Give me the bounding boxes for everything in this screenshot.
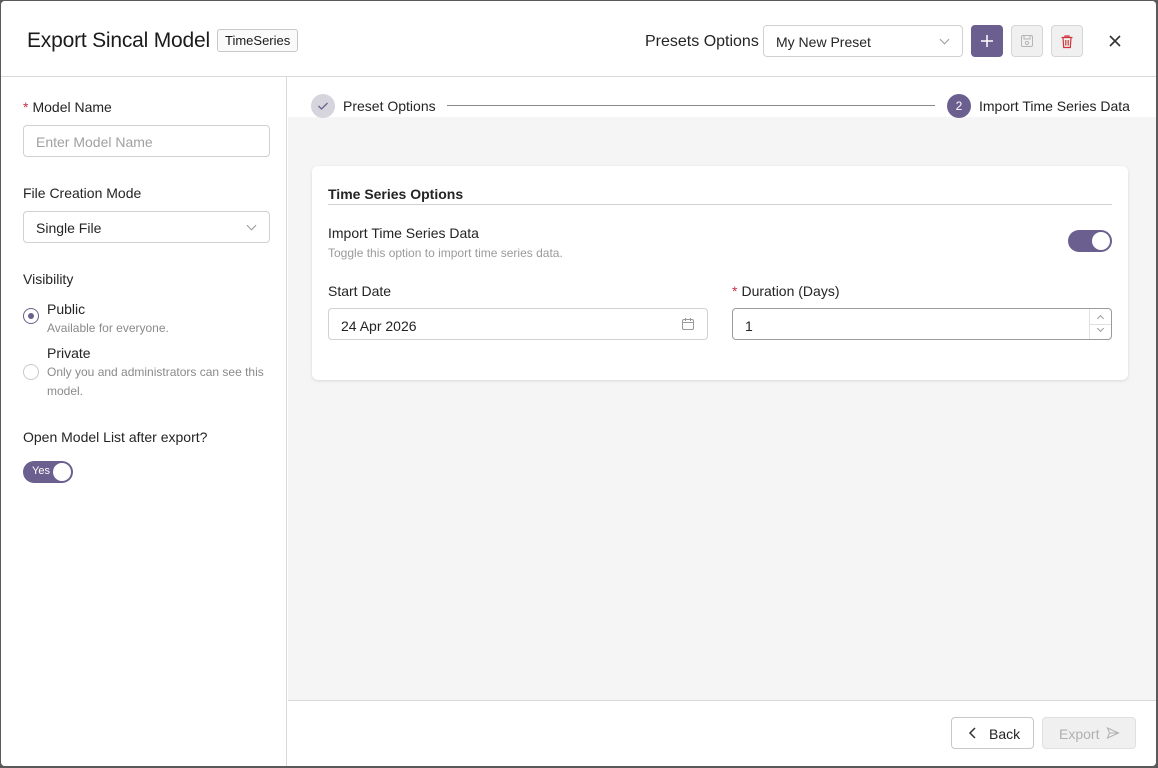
chevron-down-icon [939, 34, 950, 45]
save-icon [1021, 35, 1033, 47]
start-date-input[interactable]: 24 Apr 2026 [328, 308, 708, 340]
step-2-label[interactable]: Import Time Series Data [979, 98, 1130, 114]
dialog-title: Export Sincal Model [27, 29, 210, 52]
close-icon [1109, 35, 1121, 47]
card-title: Time Series Options [328, 186, 464, 202]
chevron-up-icon[interactable] [1096, 314, 1105, 323]
file-creation-mode-select[interactable]: Single File [23, 211, 270, 243]
back-button[interactable]: Back [951, 717, 1034, 749]
import-time-series-help: Toggle this option to import time series… [328, 246, 563, 260]
type-tag: TimeSeries [217, 29, 299, 52]
add-preset-button[interactable] [971, 25, 1003, 57]
stepper: Preset Options 2 Import Time Series Data [288, 77, 1156, 118]
main-content: Preset Options 2 Import Time Series Data… [288, 77, 1156, 700]
time-series-options-card: Time Series Options Import Time Series D… [312, 166, 1128, 380]
trash-icon [1061, 34, 1073, 48]
toggle-knob [1092, 232, 1110, 250]
required-marker: * [23, 99, 29, 115]
file-creation-mode-value: Single File [36, 220, 102, 236]
toggle-knob [53, 463, 71, 481]
duration-label: * Duration (Days) [732, 283, 840, 299]
export-dialog: Export Sincal Model TimeSeries Presets O… [1, 1, 1156, 766]
chevron-left-icon [968, 727, 976, 739]
delete-preset-button[interactable] [1051, 25, 1083, 57]
step-1-indicator[interactable] [311, 94, 335, 118]
step-2-indicator[interactable]: 2 [947, 94, 971, 118]
public-radio-label[interactable]: Public [47, 301, 85, 317]
public-radio-description: Available for everyone. [47, 321, 169, 335]
start-date-label: Start Date [328, 283, 392, 299]
checkmark-icon [318, 102, 328, 110]
export-button[interactable]: Export [1042, 717, 1136, 749]
duration-value: 1 [745, 318, 753, 334]
export-button-label: Export [1059, 726, 1100, 742]
private-radio-description: Only you and administrators can see this… [47, 365, 264, 398]
send-icon [1106, 727, 1120, 739]
close-button[interactable] [1099, 25, 1131, 57]
import-time-series-toggle[interactable] [1068, 230, 1112, 252]
step-1-label[interactable]: Preset Options [343, 98, 436, 114]
import-time-series-label: Import Time Series Data [328, 225, 479, 241]
required-marker: * [732, 283, 738, 299]
step-connector [447, 105, 935, 106]
visibility-label: Visibility [23, 271, 74, 287]
back-button-label: Back [989, 726, 1021, 742]
file-creation-mode-label: File Creation Mode [23, 185, 142, 201]
divider [328, 204, 1112, 205]
save-preset-button[interactable] [1011, 25, 1043, 57]
model-name-placeholder: Enter Model Name [36, 134, 153, 150]
preset-select-value: My New Preset [776, 34, 871, 50]
private-radio[interactable] [23, 364, 39, 380]
dialog-footer: Back Export [288, 700, 1156, 766]
open-model-list-label: Open Model List after export? [23, 429, 208, 445]
chevron-down-icon[interactable] [1096, 324, 1105, 333]
duration-stepper[interactable] [1089, 309, 1111, 339]
toggle-text: Yes [32, 465, 50, 477]
model-name-label: * Model Name [23, 99, 112, 115]
public-radio[interactable] [23, 308, 39, 324]
open-model-list-toggle[interactable]: Yes [23, 461, 73, 483]
presets-options-label: Presets Options [645, 33, 759, 50]
private-radio-label[interactable]: Private [47, 345, 91, 361]
model-name-input[interactable]: Enter Model Name [23, 125, 270, 157]
preset-select[interactable]: My New Preset [763, 25, 963, 57]
settings-panel: * Model Name Enter Model Name File Creati… [1, 77, 287, 766]
dialog-header: Export Sincal Model TimeSeries Presets O… [1, 1, 1156, 77]
plus-icon [981, 35, 993, 47]
duration-input[interactable]: 1 [732, 308, 1112, 340]
chevron-down-icon [246, 220, 257, 231]
start-date-value: 24 Apr 2026 [341, 318, 417, 334]
calendar-icon[interactable] [681, 317, 695, 331]
